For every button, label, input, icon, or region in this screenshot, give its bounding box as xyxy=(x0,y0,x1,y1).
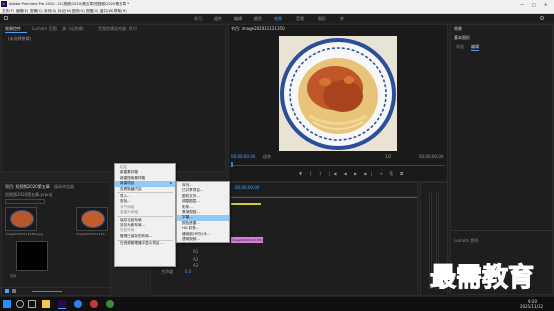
menu-graphics[interactable]: 图形(G) xyxy=(72,9,85,14)
timeline-ruler[interactable] xyxy=(231,196,417,198)
program-monitor-title[interactable]: 节目: image202011121350 xyxy=(231,26,285,31)
no-clip-selected-label: (未选择剪辑) xyxy=(8,36,32,41)
thumb-1-label: image202011121350.jpg xyxy=(5,232,43,236)
submenu-item-transparent-video[interactable]: 透明视频... xyxy=(177,237,229,242)
clip-label: image202011121350.jpg xyxy=(232,237,268,242)
menu-edit[interactable]: 编辑(E) xyxy=(16,9,28,14)
thumb-2[interactable] xyxy=(76,207,108,231)
tab-effect-controls[interactable]: 效果控件 xyxy=(5,26,21,31)
maximize-button[interactable]: □ xyxy=(532,2,536,7)
workspace-learn[interactable]: 学习 xyxy=(194,16,202,21)
tab-edit[interactable]: 编辑 xyxy=(471,44,479,49)
tab-underline xyxy=(5,32,27,33)
master-level[interactable]: 0.0 xyxy=(185,269,191,274)
workspace-assembly[interactable]: 组件 xyxy=(214,16,222,21)
workspace-audio[interactable]: 音频 xyxy=(296,16,304,21)
tab-audio-clip-mixer[interactable]: 音频剪辑混合器: 序列 xyxy=(98,26,137,31)
thumb-1[interactable] xyxy=(5,207,37,231)
workspace-graphics[interactable]: 图形 xyxy=(318,16,326,21)
menu-clip[interactable]: 剪辑(C) xyxy=(30,9,43,14)
menu-item-reveal-in-explorer[interactable]: 在资源管理器中显示项目... xyxy=(115,241,175,246)
home-icon[interactable] xyxy=(4,16,8,20)
premiere-taskbar-icon[interactable] xyxy=(58,300,66,309)
panel-divider xyxy=(451,230,552,231)
effect-controls-panel: 效果控件 Lumetri 范围 源: (无剪辑) 音频剪辑混合器: 序列 (未选… xyxy=(1,24,226,172)
project-path: 短视频2020第五章.prproj xyxy=(5,192,53,197)
taskbar-date[interactable]: 2021/11/12 xyxy=(520,304,543,309)
premiere-logo-icon: Pr xyxy=(1,1,7,7)
menu-file[interactable]: 文件(F) xyxy=(2,9,14,14)
new-item-submenu: 序列... 已共享项目... 脱机文件... 调整图层... 彩条... 黑场视… xyxy=(176,181,230,243)
windows-start-icon[interactable] xyxy=(3,300,11,308)
file-explorer-icon[interactable] xyxy=(42,300,50,308)
workspace-editing[interactable]: 编辑 xyxy=(234,16,242,21)
essential-graphics-title[interactable]: 基本图形 xyxy=(454,35,470,40)
workspace-color[interactable]: 颜色 xyxy=(254,16,262,21)
menu-view[interactable]: 视图(V) xyxy=(86,9,98,14)
program-duration: 00;00;00;00 xyxy=(419,154,444,159)
icon-view-icon[interactable] xyxy=(12,289,16,293)
menu-help[interactable]: 帮助(H) xyxy=(114,9,127,14)
thumb-3[interactable] xyxy=(16,241,48,271)
quality-dropdown[interactable]: 1/2 xyxy=(385,154,391,159)
project-search-input[interactable] xyxy=(5,199,45,204)
track-label-a2[interactable]: A2 xyxy=(193,257,198,262)
video-frame xyxy=(279,36,397,151)
browser-icon[interactable] xyxy=(74,300,82,308)
menu-item-reset-grid[interactable]: 重置为网格 xyxy=(115,210,175,215)
context-menu: 粘贴 新建素材箱 新建搜索素材箱 新建项目 ▸ 查看隐藏内容 导入... 查找..… xyxy=(114,163,176,267)
taskbar: 9:20 2021/11/12 xyxy=(0,297,554,311)
workspace-bar: 学习 组件 编辑 颜色 效果 音频 图形 库 xyxy=(0,14,554,23)
thumb-1-image xyxy=(10,210,34,228)
watermark: 最需教育 xyxy=(429,263,535,294)
playhead-marker[interactable] xyxy=(231,162,233,167)
list-view-icon[interactable] xyxy=(5,289,9,293)
close-button[interactable]: ✕ xyxy=(544,2,547,7)
tab-source[interactable]: 源: (无剪辑) xyxy=(62,26,84,31)
workspace-libraries[interactable]: 库 xyxy=(340,16,344,21)
menu-item-view-hidden[interactable]: 查看隐藏内容 xyxy=(115,187,175,192)
thumb-2-image xyxy=(81,210,105,228)
track-label-a1[interactable]: A1 xyxy=(193,249,198,254)
workspace-effects[interactable]: 效果 xyxy=(274,16,282,21)
transport-controls[interactable]: ▼ { } |◀ ◀ ▶ ▶| ⇥ ⎘ ◘ xyxy=(299,171,406,176)
master-track-label[interactable]: 主声道 xyxy=(161,269,173,274)
menu-sequence[interactable]: 序列(S) xyxy=(44,9,56,14)
noodle-plate-image xyxy=(279,36,397,151)
tab-media-browser[interactable]: 媒体浏览器 xyxy=(54,184,74,189)
lumetri-color-title[interactable]: Lumetri 颜色 xyxy=(454,238,479,243)
zoom-slider[interactable] xyxy=(32,291,62,292)
menu-window[interactable]: 窗口(W) xyxy=(100,9,114,14)
thumb-3-label: 序列 xyxy=(10,274,17,278)
scrubber-bar[interactable] xyxy=(231,163,445,166)
work-area-bar[interactable] xyxy=(231,203,261,205)
fit-dropdown[interactable]: 适合 xyxy=(263,154,271,159)
tab-browse[interactable]: 浏览 xyxy=(456,44,464,49)
menu-marker[interactable]: 标记(M) xyxy=(58,9,71,14)
program-timecode[interactable]: 00;00;00;00 xyxy=(231,154,255,159)
menu-item-manage-layouts[interactable]: 管理已保存的布局... xyxy=(115,234,175,239)
app-icon[interactable] xyxy=(90,300,98,308)
timeline-clip[interactable]: image202011121350.jpg xyxy=(231,237,267,243)
title-bar: Pr Adobe Premiere Pro 2020 - D:\视频\2020\… xyxy=(0,0,554,8)
minimize-button[interactable]: — xyxy=(520,2,524,7)
search-taskbar-icon[interactable] xyxy=(16,300,24,308)
window-title: Adobe Premiere Pro 2020 - D:\视频\2020\第五章… xyxy=(9,1,130,6)
program-monitor-panel: 节目: image202011121350 00;00;00;00 适合 1/2… xyxy=(228,24,448,182)
search-icon[interactable] xyxy=(540,16,544,20)
tab-lumetri-scopes[interactable]: Lumetri 范围 xyxy=(32,26,57,31)
effects-panel: 效果 基本图形 浏览 编辑 Lumetri 颜色 xyxy=(450,24,553,295)
effects-panel-title[interactable]: 效果 xyxy=(454,26,462,31)
app-icon-2[interactable] xyxy=(106,300,114,308)
task-view-icon[interactable] xyxy=(28,300,36,308)
menu-item-new-item-label: 新建项目 xyxy=(120,181,135,186)
thumb-2-label: image2020111213... xyxy=(76,232,108,236)
project-panel: 项目: 短视频2020第五章 媒体浏览器 短视频2020第五章.prproj i… xyxy=(1,182,111,296)
timeline-timecode[interactable]: 00;00;00;00 xyxy=(235,185,259,190)
tab-project[interactable]: 项目: 短视频2020第五章 xyxy=(5,184,50,189)
edit-tab-underline xyxy=(471,50,479,51)
track-label-a3[interactable]: A3 xyxy=(193,263,198,268)
